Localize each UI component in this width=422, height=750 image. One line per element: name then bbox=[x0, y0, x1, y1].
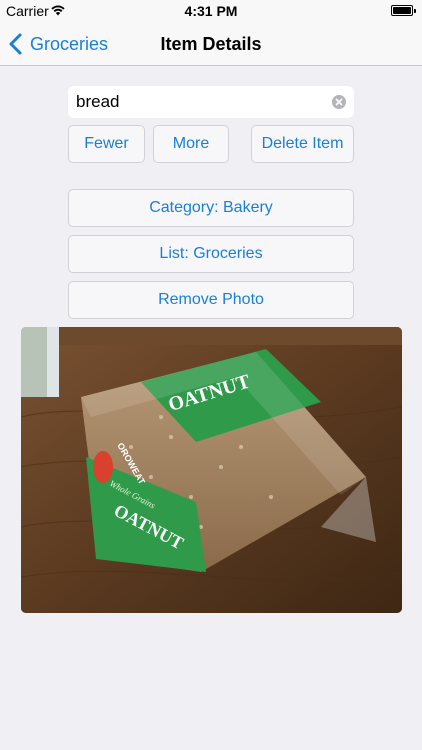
clear-text-icon[interactable] bbox=[332, 95, 346, 109]
page-title: Item Details bbox=[160, 34, 262, 54]
more-button[interactable]: More bbox=[153, 125, 229, 163]
delete-item-button[interactable]: Delete Item bbox=[251, 125, 354, 163]
item-photo: OATNUT OATNUT Whole Grains OROWEAT bbox=[21, 327, 402, 613]
fewer-button[interactable]: Fewer bbox=[68, 125, 145, 163]
navigation-bar: Groceries Item Details bbox=[0, 22, 422, 66]
status-bar: Carrier 4:31 PM bbox=[0, 0, 422, 22]
category-button[interactable]: Category: Bakery bbox=[68, 189, 354, 227]
status-time: 4:31 PM bbox=[184, 3, 238, 19]
list-button[interactable]: List: Groceries bbox=[68, 235, 354, 273]
item-name-field-container bbox=[68, 86, 354, 118]
battery-icon bbox=[391, 5, 416, 16]
item-name-input[interactable] bbox=[68, 86, 354, 118]
remove-photo-button[interactable]: Remove Photo bbox=[68, 281, 354, 319]
